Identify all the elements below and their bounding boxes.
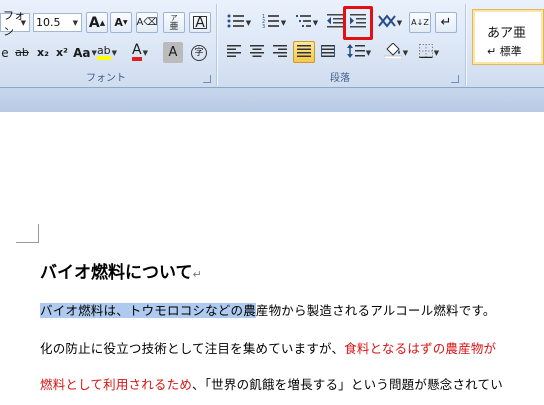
paragraph-mark: ↵	[192, 268, 202, 281]
font-name-dropdown-icon[interactable]: ▼	[21, 19, 26, 27]
font-size-value: 10.5	[36, 16, 61, 29]
line-spacing-button[interactable]: ▼	[344, 42, 374, 63]
line-3-red-text: 燃料として利用されるため	[40, 377, 193, 392]
ribbon: フォン ▼ 10.5 ▼ A ▲ A ▼ A⌫ ア 亜 A e ab x₂ x² A…	[0, 0, 544, 88]
highlight-color-button[interactable]: ab ▼	[92, 42, 122, 63]
style-preview-text: あア亜	[487, 26, 527, 41]
asian-layout-icon	[378, 14, 396, 31]
font-name-field[interactable]: フォン ▼	[0, 9, 30, 38]
shrink-font-button[interactable]: A ▼	[110, 12, 132, 33]
paragraph-dialog-launcher-icon[interactable]	[451, 75, 459, 83]
character-border-label: A	[195, 14, 205, 31]
bullets-button[interactable]: ▼	[222, 12, 256, 33]
font-color-dropdown-icon: ▼	[142, 48, 148, 57]
multilevel-list-button[interactable]: ▼	[292, 12, 322, 33]
change-case-label: Aa	[73, 45, 91, 60]
page-margin-marker	[16, 224, 39, 243]
line-2-text: 化の防止に役立つ技術として注目を集めていますが、	[40, 341, 345, 356]
underline-partial-button[interactable]: e	[0, 42, 10, 63]
sort-button[interactable]: A↓Z	[409, 12, 431, 33]
decrease-indent-icon	[327, 14, 343, 31]
paragraph-group-label: 段落	[330, 73, 350, 84]
line-spacing-icon	[346, 44, 365, 61]
align-center-button[interactable]	[247, 42, 267, 63]
style-normal-tile[interactable]: あア亜 ↵ 標準	[472, 9, 544, 65]
justify-icon	[297, 44, 311, 60]
borders-button[interactable]: ▼	[414, 42, 444, 63]
enclose-characters-button[interactable]: 字	[189, 42, 209, 63]
distribute-icon	[321, 45, 335, 60]
bullets-dropdown-icon: ▼	[245, 18, 252, 27]
align-left-icon	[227, 45, 241, 60]
shading-button[interactable]: ▼	[380, 42, 412, 63]
character-shading-button[interactable]: A	[163, 42, 183, 63]
heading-text: バイオ燃料について	[40, 263, 193, 283]
character-border-button[interactable]: A	[189, 12, 211, 33]
asian-layout-button[interactable]: ▼	[375, 12, 405, 33]
font-size-field[interactable]: 10.5 ▼	[33, 13, 82, 32]
character-shading-label: A	[168, 45, 178, 60]
highlight-dropdown-icon: ▼	[111, 48, 118, 57]
subscript-button[interactable]: x₂	[34, 42, 52, 63]
enclose-characters-icon: 字	[191, 44, 207, 61]
line-2-red-text: 食料となるはずの農産物が	[344, 341, 497, 356]
align-center-icon	[250, 45, 264, 60]
bullets-icon	[227, 14, 245, 31]
strikethrough-button[interactable]: ab	[11, 42, 33, 63]
grow-font-label: A	[88, 14, 100, 31]
font-color-label: A	[132, 43, 142, 61]
numbering-dropdown-icon: ▼	[280, 18, 287, 27]
superscript-label: x²	[56, 46, 68, 59]
multilevel-list-icon	[295, 14, 312, 31]
line-1-rest: 産物から製造されるアルコール燃料です。	[255, 303, 496, 318]
paragraph-line-1[interactable]: バイオ燃料は、トウモロコシなどの農産物から製造されるアルコール燃料です。	[40, 300, 496, 319]
font-group-label: フォント	[86, 73, 126, 84]
font-color-button[interactable]: A ▼	[125, 42, 155, 63]
paragraph-mark-icon: ↵	[440, 15, 452, 30]
distribute-button[interactable]	[318, 42, 338, 63]
line-3-text: 、「世界の飢餓を増長する」という問題が懸念されてい	[192, 377, 503, 392]
borders-icon	[418, 44, 433, 61]
align-right-button[interactable]	[270, 42, 290, 63]
paint-bucket-icon	[383, 42, 403, 62]
sort-icon: A↓Z	[411, 17, 429, 27]
justify-button[interactable]	[293, 41, 315, 63]
paragraph-line-3[interactable]: 燃料として利用されるため、「世界の飢餓を増長する」という問題が懸念されてい	[40, 374, 503, 393]
show-formatting-marks-button[interactable]: ↵	[435, 12, 457, 33]
phonetic-main-label: 亜	[169, 21, 179, 32]
numbering-button[interactable]: 123 ▼	[257, 12, 291, 33]
numbering-icon: 123	[262, 14, 280, 31]
font-size-dropdown-icon[interactable]: ▼	[73, 19, 78, 27]
underline-partial-label: e	[1, 45, 9, 60]
highlight-label: ab	[96, 45, 111, 60]
subscript-label: x₂	[37, 46, 49, 59]
line-spacing-dropdown-icon: ▼	[365, 48, 372, 57]
align-left-button[interactable]	[224, 42, 244, 63]
shading-dropdown-icon: ▼	[402, 48, 409, 57]
align-right-icon	[273, 45, 287, 60]
paragraph-line-2[interactable]: 化の防止に役立つ技術として注目を集めていますが、食料となるはずの農産物が	[40, 338, 496, 357]
phonetic-guide-button[interactable]: ア 亜	[163, 12, 185, 33]
ruler-band	[0, 88, 544, 112]
superscript-button[interactable]: x²	[53, 42, 71, 63]
group-divider	[216, 4, 217, 86]
borders-dropdown-icon: ▼	[433, 48, 440, 57]
selected-text: バイオ燃料は、トウモロコシなどの農	[40, 303, 256, 318]
highlight-callout-box	[343, 6, 373, 40]
shrink-font-label: A	[114, 16, 123, 29]
clear-format-button[interactable]: A⌫	[136, 12, 158, 33]
font-dialog-launcher-icon[interactable]	[203, 75, 211, 83]
style-name-label: ↵ 標準	[487, 45, 522, 58]
group-divider	[465, 4, 466, 86]
grow-font-button[interactable]: A ▲	[86, 12, 108, 33]
svg-text:3: 3	[262, 24, 265, 28]
strikethrough-label: ab	[15, 46, 29, 59]
asian-layout-dropdown-icon: ▼	[396, 18, 403, 27]
clear-format-icon: A⌫	[136, 17, 158, 28]
decrease-indent-button[interactable]	[325, 12, 345, 33]
document-heading[interactable]: バイオ燃料について↵	[40, 258, 202, 283]
multilevel-list-dropdown-icon: ▼	[312, 18, 319, 27]
